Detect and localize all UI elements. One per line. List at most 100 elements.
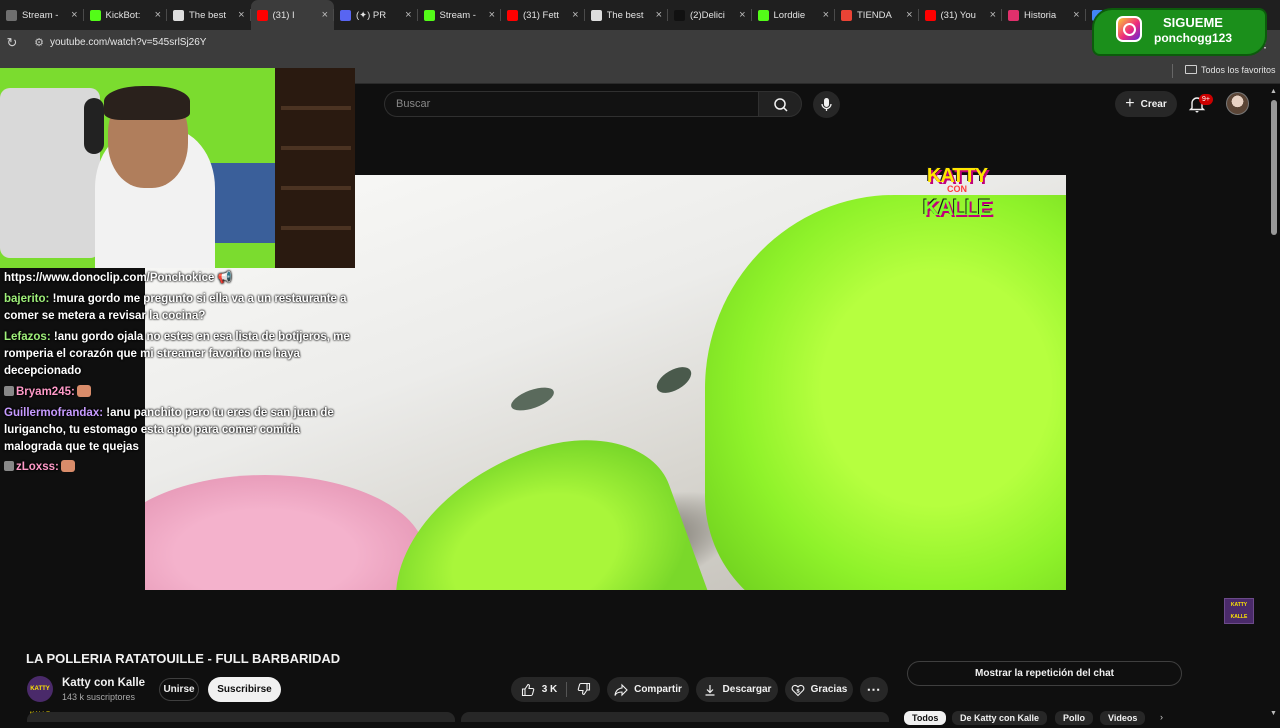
subscribe-button[interactable]: Suscribirse <box>208 677 281 702</box>
page-icon <box>6 9 17 21</box>
browser-tab[interactable]: Historia × <box>1002 0 1086 30</box>
browser-tab-label: (31) Fett <box>523 9 559 21</box>
description-box[interactable] <box>27 712 455 722</box>
chevron-right-icon[interactable]: › <box>1160 712 1163 722</box>
reload-icon[interactable]: ↻ <box>4 35 20 51</box>
chat-message: Bryam245: <box>4 384 354 401</box>
browser-tab[interactable]: Stream - × <box>0 0 84 30</box>
like-button[interactable]: 3 K <box>511 677 567 702</box>
browser-tab[interactable]: (31) I × <box>250 0 334 30</box>
create-button[interactable]: + Crear <box>1115 91 1177 117</box>
like-count: 3 K <box>541 684 558 695</box>
bookmarks-divider <box>1172 64 1173 78</box>
browser-tab-label: TIENDA <box>857 9 892 21</box>
download-button[interactable]: Descargar <box>696 677 778 702</box>
browser-tab[interactable]: The best × <box>585 0 669 30</box>
filter-chip-all[interactable]: Todos <box>904 711 947 725</box>
thumbs-up-icon <box>521 683 535 696</box>
address-url[interactable]: youtube.com/watch?v=545srlSj26Y <box>50 37 206 48</box>
close-tab-icon[interactable]: × <box>405 9 411 21</box>
show-chat-replay-button[interactable]: Mostrar la repetición del chat <box>907 661 1182 686</box>
close-tab-icon[interactable]: × <box>489 9 495 21</box>
filter-chip-channel[interactable]: De Katty con Kalle <box>952 711 1048 725</box>
browser-tab[interactable]: TIENDA × <box>835 0 919 30</box>
svg-text:$: $ <box>796 688 800 694</box>
close-tab-icon[interactable]: × <box>656 9 662 21</box>
subscriber-count: 143 k suscriptores <box>62 692 136 702</box>
folder-icon[interactable] <box>1185 65 1197 74</box>
browser-tab-label: (31) You <box>940 9 976 21</box>
heart-dollar-icon: $ <box>791 684 805 696</box>
microphone-icon <box>821 98 832 111</box>
browser-tab-label: (✦) PR <box>356 9 387 21</box>
chat-badge-icon <box>4 386 14 396</box>
plus-icon: + <box>1125 95 1135 112</box>
browser-tab-label: Stream - <box>439 9 476 21</box>
kick-icon <box>89 9 101 21</box>
close-tab-icon[interactable]: × <box>1073 9 1079 21</box>
browser-tab[interactable]: (31) Fett × <box>501 0 585 30</box>
comments-box[interactable] <box>461 712 889 722</box>
browser-tab-label: The best <box>189 9 226 21</box>
share-button[interactable]: Compartir <box>607 677 689 702</box>
more-actions-button[interactable]: ⋯ <box>860 677 888 702</box>
thanks-button[interactable]: $ Gracias <box>785 677 853 702</box>
video-frame-green-bag <box>705 195 1066 590</box>
close-tab-icon[interactable]: × <box>906 9 912 21</box>
close-tab-icon[interactable]: × <box>322 9 328 21</box>
search-input[interactable]: Buscar <box>384 91 758 117</box>
browser-tab-label: Stream - <box>22 9 59 21</box>
notification-count-badge: 9+ <box>1199 94 1213 105</box>
browser-tab[interactable]: (✦) PR × <box>334 0 418 30</box>
diamond-icon <box>590 9 602 21</box>
webcam-shelf <box>275 68 355 268</box>
chat-message: Guillermofrandax: !anu panchito pero tu … <box>4 405 354 456</box>
like-divider <box>566 682 567 697</box>
create-label: Crear <box>1140 98 1167 110</box>
close-tab-icon[interactable]: × <box>823 9 829 21</box>
sticker-title: SIGUEME <box>1163 15 1223 30</box>
webcam-hair <box>104 86 190 120</box>
download-label: Descargar <box>722 684 772 695</box>
close-tab-icon[interactable]: × <box>71 9 77 21</box>
browser-tab-label: Lorddie <box>773 9 806 21</box>
close-tab-icon[interactable]: × <box>572 9 578 21</box>
close-tab-icon[interactable]: × <box>990 9 996 21</box>
browser-tab[interactable]: Stream - × <box>418 0 502 30</box>
browser-tab[interactable]: (31) You × <box>919 0 1003 30</box>
close-tab-icon[interactable]: × <box>155 9 161 21</box>
share-label: Compartir <box>634 684 682 695</box>
chat-username: Guillermofrandax: <box>4 407 104 419</box>
chat-emote-icon <box>60 460 75 472</box>
scrollbar-thumb[interactable] <box>1271 100 1277 235</box>
scroll-down-arrow-icon[interactable]: ▼ <box>1270 710 1277 717</box>
account-avatar[interactable] <box>1226 92 1249 115</box>
chat-username: bajerito: <box>4 293 50 305</box>
channel-avatar[interactable]: KATTY KALLE <box>27 676 53 718</box>
thumbs-down-icon <box>577 682 591 696</box>
chat-emote-icon <box>76 385 91 397</box>
voice-search-button[interactable] <box>813 91 840 118</box>
chat-username: Lefazos: <box>4 331 51 343</box>
site-info-icon[interactable]: ⚙ <box>32 36 46 50</box>
channel-name[interactable]: Katty con Kalle <box>62 677 145 689</box>
browser-tab[interactable]: The best × <box>167 0 251 30</box>
filter-chip-videos[interactable]: Videos <box>1100 711 1146 725</box>
dislike-button[interactable] <box>568 677 600 702</box>
channel-logo-overlay-line3: KALLE <box>922 195 992 220</box>
browser-tab[interactable]: (2)Delici × <box>668 0 752 30</box>
chat-message-text: https://www.donoclip.com/Ponchokice 📢 <box>4 272 232 284</box>
all-bookmarks-link[interactable]: Todos los favoritos <box>1201 65 1276 75</box>
close-tab-icon[interactable]: × <box>238 9 244 21</box>
join-button[interactable]: Unirse <box>159 678 199 701</box>
channel-watermark[interactable]: KATTY KALLE <box>1224 598 1254 624</box>
filter-chip-pollo[interactable]: Pollo <box>1055 711 1093 725</box>
browser-tab[interactable]: Lorddie × <box>752 0 836 30</box>
chat-username: Bryam245: <box>16 386 75 398</box>
close-tab-icon[interactable]: × <box>739 9 745 21</box>
youtube-icon <box>507 9 518 21</box>
search-button[interactable] <box>758 91 802 117</box>
browser-tab[interactable]: KickBot: × <box>84 0 168 30</box>
scroll-up-arrow-icon[interactable]: ▲ <box>1270 88 1277 95</box>
search-icon <box>774 98 788 112</box>
